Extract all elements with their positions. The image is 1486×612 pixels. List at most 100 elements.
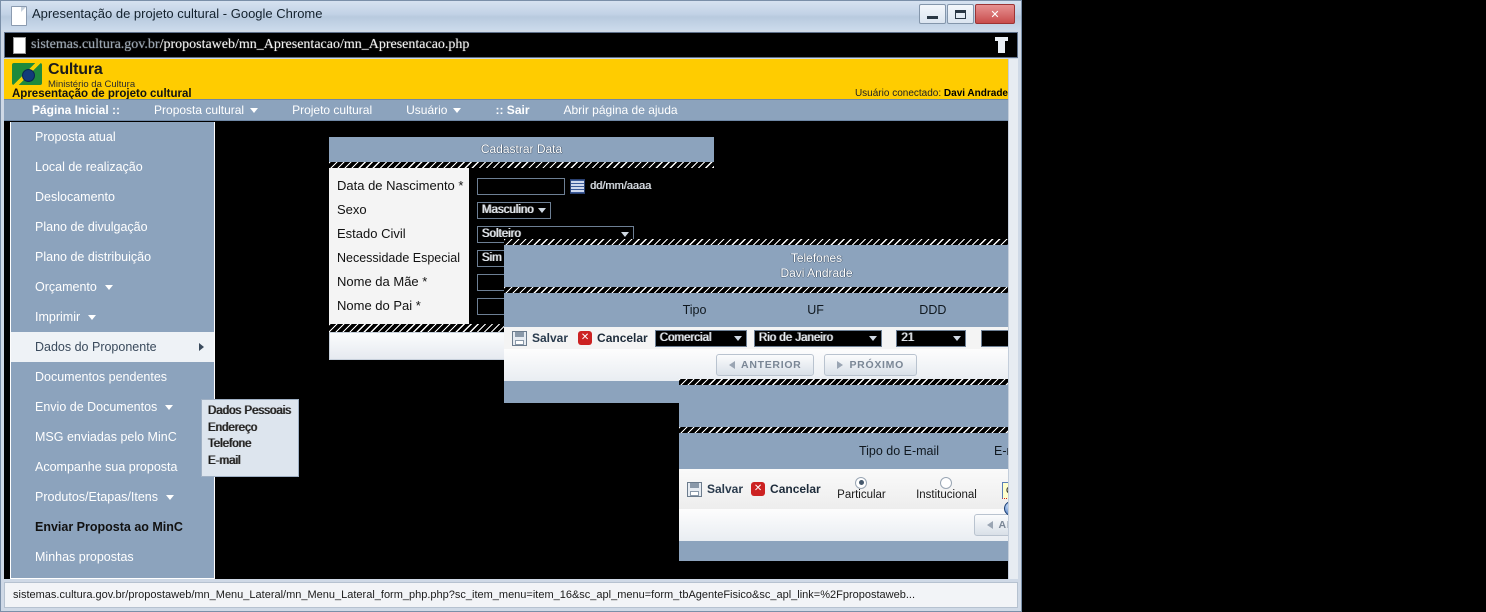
save-icon	[687, 481, 702, 497]
connected-user-label: Usuário conectado:	[854, 88, 942, 99]
chevron-down-icon	[733, 335, 742, 341]
nav-item-proposta-cultural[interactable]: Proposta cultural	[154, 103, 259, 117]
salvar-label: Salvar	[707, 482, 744, 496]
arrow-right-icon	[837, 361, 844, 369]
sidebar-item-produtos-etapas[interactable]: Produtos/Etapas/Itens	[11, 482, 214, 512]
brand-title: Cultura	[48, 61, 103, 78]
sidebar-item-envio-documentos[interactable]: Envio de Documentos	[11, 392, 214, 422]
bookmark-pin-icon[interactable]	[995, 37, 1008, 53]
panel-telefones-pager: ANTERIOR PRÓXIMO	[504, 349, 1018, 381]
panel-emails-title-line1: Cadastrar E-mails	[679, 391, 1018, 406]
input-data-nascimento[interactable]	[477, 177, 565, 195]
sidebar-item-dados-proponente[interactable]: Dados do Proponente	[11, 332, 214, 362]
sidebar-item-enviar-proposta[interactable]: Enviar Proposta ao MinC	[11, 512, 214, 542]
col-uf: UF	[807, 303, 824, 317]
maximize-button[interactable]	[947, 4, 974, 24]
minimize-button[interactable]	[919, 4, 946, 24]
select-uf-value: Rio de Janeiro	[758, 332, 834, 344]
select-necessidade-value: Sim	[482, 252, 502, 264]
nav-item-ajuda[interactable]: Abrir página de ajuda	[564, 103, 678, 117]
sidebar-item-imprimir[interactable]: Imprimir	[11, 302, 214, 332]
connected-user: Usuário conectado: Davi Andrade	[855, 88, 1008, 99]
cancelar-button-telefone[interactable]: ✕ Cancelar	[578, 331, 648, 345]
connected-user-name: Davi Andrade	[943, 88, 1008, 99]
chevron-right-icon	[199, 343, 204, 351]
panel-telefones-header: Tipo UF DDD Numero Posso divulgar ?	[504, 293, 1018, 327]
nav-label: Projeto cultural	[292, 103, 373, 117]
status-bar: sistemas.cultura.gov.br/propostaweb/mn_M…	[4, 582, 1018, 608]
sidebar-item-orcamento[interactable]: Orçamento	[11, 272, 214, 302]
sidebar-item-label: Minhas propostas	[35, 550, 134, 564]
select-sexo[interactable]: Masculino	[477, 201, 551, 219]
radio-tipo-particular[interactable]: Particular	[837, 476, 886, 501]
panel-emails-title: Cadastrar E-mails Davi Andrade	[679, 385, 1018, 427]
calendar-icon[interactable]	[570, 178, 585, 194]
form-labels: Data de Nascimento * Sexo Estado Civil N…	[329, 168, 469, 324]
sidebar-item-label: MSG enviadas pelo MinC	[35, 430, 177, 444]
close-button[interactable]: ✕	[975, 4, 1015, 24]
radio-icon	[940, 476, 953, 489]
select-ddd[interactable]: 21	[896, 329, 967, 347]
arrow-left-icon	[729, 361, 736, 369]
col-tipo: Tipo	[682, 303, 707, 317]
sidebar-item-proposta-atual[interactable]: Proposta atual	[11, 122, 214, 152]
sidebar-item-label: Produtos/Etapas/Itens	[35, 490, 158, 504]
panel-telefones-title-line2: Davi Andrade	[780, 266, 853, 280]
address-bar-text: sistemas.cultura.gov.br/propostaweb/mn_A…	[31, 37, 469, 53]
submenu-item-email[interactable]: E-mail	[208, 453, 298, 470]
label-data-nascimento: Data de Nascimento *	[337, 178, 464, 193]
nav-item-pagina-inicial[interactable]: Página Inicial ::	[32, 103, 120, 117]
select-uf[interactable]: Rio de Janeiro	[753, 329, 882, 347]
select-tipo-telefone[interactable]: Comercial	[654, 329, 747, 347]
submenu-item-telefone[interactable]: Telefone	[208, 436, 298, 453]
select-tipo-value: Comercial	[659, 332, 712, 344]
nav-label: Proposta cultural	[154, 103, 245, 117]
chevron-down-icon	[88, 314, 97, 320]
sidebar-item-label: Dados do Proponente	[35, 340, 157, 354]
sidebar-item-plano-divulgacao[interactable]: Plano de divulgação	[11, 212, 214, 242]
page-info-icon[interactable]	[13, 37, 26, 54]
sidebar-item-label: Orçamento	[35, 280, 97, 294]
address-bar[interactable]: sistemas.cultura.gov.br/propostaweb/mn_A…	[4, 32, 1018, 58]
proximo-button-telefone[interactable]: PRÓXIMO	[824, 354, 917, 376]
sidebar-item-label: Deslocamento	[35, 190, 115, 204]
site-header: Cultura Ministério da Cultura Apresentaç…	[4, 59, 1018, 100]
sidebar-item-deslocamento[interactable]: Deslocamento	[11, 182, 214, 212]
salvar-button-telefone[interactable]: Salvar	[512, 330, 568, 346]
sidebar-item-label: Documentos pendentes	[35, 370, 168, 384]
sidebar-item-msg-minc[interactable]: MSG enviadas pelo MinC	[11, 422, 214, 452]
nav-item-sair[interactable]: :: Sair	[495, 103, 529, 117]
page-scrollbar[interactable]	[1008, 59, 1018, 579]
submenu-item-dados-pessoais[interactable]: Dados Pessoais	[208, 403, 298, 420]
panel-telefones-title-line1: Telefones	[790, 251, 843, 265]
minimize-icon	[927, 15, 938, 19]
proximo-label: PRÓXIMO	[849, 359, 904, 371]
anterior-button-telefone[interactable]: ANTERIOR	[716, 354, 815, 376]
salvar-button-email[interactable]: Salvar	[687, 481, 744, 497]
sidebar-item-minhas-propostas[interactable]: Minhas propostas	[11, 542, 214, 572]
submenu-item-endereco[interactable]: Endereço	[208, 420, 298, 437]
window-title: Apresentação de projeto cultural - Googl…	[32, 6, 323, 21]
sidebar-item-plano-distribuicao[interactable]: Plano de distribuição	[11, 242, 214, 272]
chevron-down-icon	[953, 335, 962, 341]
radio-tipo-institucional[interactable]: Institucional	[916, 476, 977, 502]
cancel-icon: ✕	[578, 331, 593, 345]
window-controls: ✕	[919, 4, 1015, 24]
chevron-down-icon	[250, 107, 259, 113]
url-domain: sistemas.cultura.gov.br	[31, 37, 160, 52]
sidebar-item-documentos-pendentes[interactable]: Documentos pendentes	[11, 362, 214, 392]
panel-emails-footer	[679, 541, 1018, 561]
url-path: /propostaweb/mn_Apresentacao/mn_Apresent…	[159, 37, 470, 52]
sidebar-item-local-realizacao[interactable]: Local de realização	[11, 152, 214, 182]
cancelar-label: Cancelar	[770, 482, 821, 496]
nav-item-projeto-cultural[interactable]: Projeto cultural	[292, 103, 372, 117]
label-nome-mae: Nome da Mãe *	[337, 274, 428, 289]
panel-telefones-title: Telefones Davi Andrade	[504, 245, 1018, 287]
cancelar-label: Cancelar	[597, 331, 648, 345]
cancelar-button-email[interactable]: ✕ Cancelar	[751, 482, 821, 496]
nav-label: Página Inicial ::	[32, 103, 121, 117]
sidebar-item-acompanhe-proposta[interactable]: Acompanhe sua proposta	[11, 452, 214, 482]
nav-item-usuario[interactable]: Usuário	[406, 103, 462, 117]
radio-institucional-label: Institucional	[916, 489, 977, 502]
select-sexo-value: Masculino	[482, 204, 534, 216]
